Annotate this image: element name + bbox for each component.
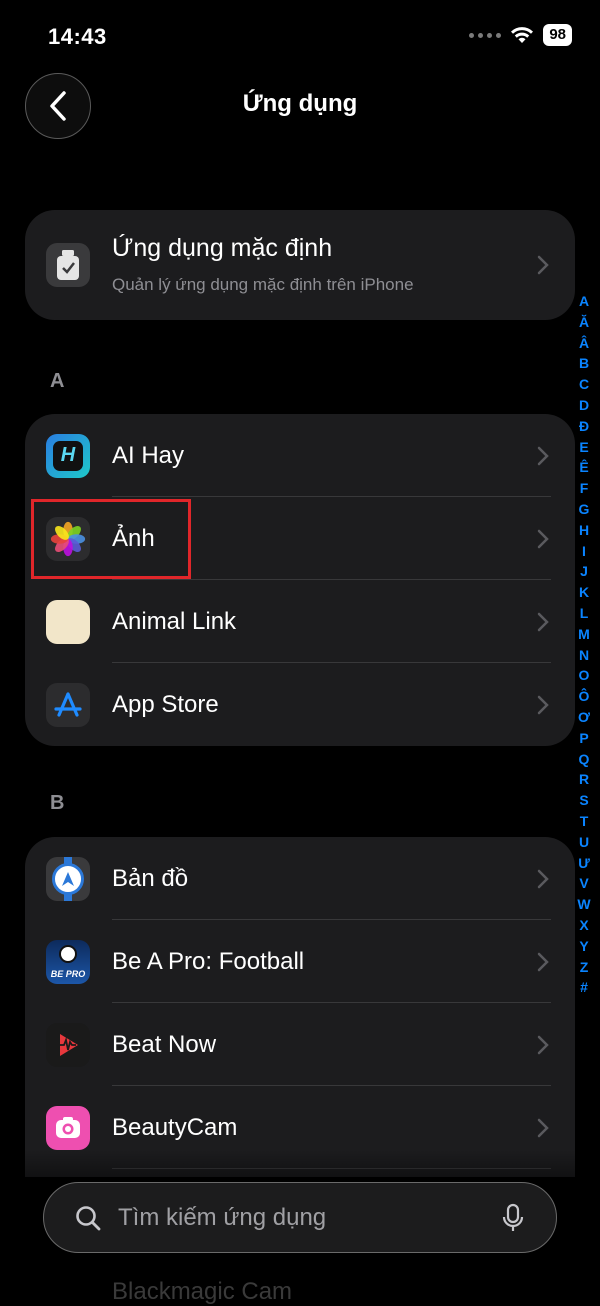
status-time: 14:43 [48, 24, 107, 49]
section-header-b: B [50, 792, 65, 814]
index-letter[interactable]: Q [579, 749, 590, 770]
index-letter[interactable]: Z [580, 957, 589, 978]
index-letter[interactable]: N [579, 645, 589, 666]
app-label: Animal Link [112, 607, 237, 635]
index-letter[interactable]: H [579, 520, 589, 541]
app-label: Beat Now [112, 1030, 217, 1058]
animal-link-icon [46, 599, 90, 644]
index-letter[interactable]: A [579, 291, 589, 312]
section-a-list: H AI Hay Ảnh Animal Link App Store [25, 414, 575, 746]
app-label: App Store [112, 690, 219, 718]
app-row-animal-link[interactable]: Animal Link [25, 580, 575, 663]
chevron-right-icon [537, 446, 549, 465]
wifi-icon [511, 27, 534, 43]
ai-hay-icon: H [46, 433, 90, 478]
index-letter[interactable]: X [579, 915, 588, 936]
app-store-icon [46, 682, 90, 727]
index-letter[interactable]: T [580, 811, 589, 832]
index-letter[interactable]: Â [579, 333, 589, 354]
index-letter[interactable]: R [579, 769, 589, 790]
index-letter[interactable]: E [579, 437, 588, 458]
chevron-right-icon [537, 255, 549, 275]
app-row-ai-hay[interactable]: H AI Hay [25, 414, 575, 497]
index-letter[interactable]: L [580, 603, 589, 624]
index-letter[interactable]: D [579, 395, 589, 416]
default-apps-row[interactable]: Ứng dụng mặc định Quản lý ứng dụng mặc đ… [25, 210, 575, 320]
index-letter[interactable]: I [582, 541, 586, 562]
chevron-right-icon [537, 1118, 549, 1137]
index-letter[interactable]: Ê [579, 457, 588, 478]
index-letter[interactable]: O [579, 665, 590, 686]
index-letter[interactable]: W [577, 894, 590, 915]
default-apps-title: Ứng dụng mặc định [112, 234, 333, 262]
beautycam-icon [46, 1105, 90, 1150]
index-letter[interactable]: Đ [579, 416, 589, 437]
microphone-icon[interactable] [502, 1203, 524, 1233]
index-letter[interactable]: U [579, 832, 589, 853]
index-letter[interactable]: Ă [579, 312, 589, 333]
cellular-signal-icon [469, 32, 502, 38]
chevron-right-icon [537, 952, 549, 971]
chevron-right-icon [537, 612, 549, 631]
section-b-list: Bản đồ BE PRO Be A Pro: Football Beat No… [25, 837, 575, 1177]
chevron-right-icon [537, 695, 549, 714]
search-icon [76, 1205, 101, 1230]
app-label: AI Hay [112, 441, 185, 469]
app-row-blackmagic-cam[interactable]: Blackmagic Cam [112, 1278, 292, 1306]
highlight-box [31, 499, 191, 579]
index-letter[interactable]: P [579, 728, 588, 749]
index-letter[interactable]: Ư [578, 853, 590, 874]
app-label: Bản đồ [112, 864, 189, 892]
index-letter[interactable]: C [579, 374, 589, 395]
index-letter[interactable]: K [579, 582, 589, 603]
index-letter[interactable]: Ơ [578, 707, 590, 728]
search-bar[interactable] [43, 1182, 557, 1253]
page-title: Ứng dụng [242, 90, 358, 117]
chevron-right-icon [537, 1035, 549, 1054]
app-row-be-a-pro-football[interactable]: BE PRO Be A Pro: Football [25, 920, 575, 1003]
index-letter[interactable]: S [579, 790, 588, 811]
maps-icon [46, 856, 90, 901]
alphabet-index[interactable]: A Ă Â B C D Đ E Ê F G H I J K L M N O Ô Ơ P Q R S T U Ư V W X Y Z # [574, 291, 594, 998]
chevron-right-icon [537, 869, 549, 888]
app-label: BeautyCam [112, 1113, 238, 1141]
chevron-right-icon [537, 529, 549, 548]
default-apps-subtitle: Quản lý ứng dụng mặc định trên iPhone [112, 275, 414, 294]
index-letter[interactable]: G [579, 499, 590, 520]
index-letter[interactable]: V [579, 873, 588, 894]
default-apps-icon [46, 243, 90, 287]
default-apps-card[interactable]: Ứng dụng mặc định Quản lý ứng dụng mặc đ… [25, 210, 575, 320]
be-a-pro-football-icon: BE PRO [46, 939, 90, 984]
index-letter[interactable]: Ô [579, 686, 590, 707]
battery-indicator: 98 [543, 24, 572, 46]
index-letter[interactable]: B [579, 353, 589, 374]
index-letter[interactable]: # [580, 977, 588, 998]
search-input[interactable] [116, 1183, 480, 1253]
index-letter[interactable]: F [580, 478, 589, 499]
app-row-maps[interactable]: Bản đồ [25, 837, 575, 920]
app-label: Be A Pro: Football [112, 947, 305, 975]
beat-now-icon [46, 1022, 90, 1067]
app-row-app-store[interactable]: App Store [25, 663, 575, 746]
index-letter[interactable]: M [578, 624, 590, 645]
index-letter[interactable]: Y [579, 936, 588, 957]
index-letter[interactable]: J [580, 561, 588, 582]
app-row-beat-now[interactable]: Beat Now [25, 1003, 575, 1086]
section-header-a: A [50, 370, 65, 392]
status-bar: 14:43 98 [0, 0, 600, 80]
